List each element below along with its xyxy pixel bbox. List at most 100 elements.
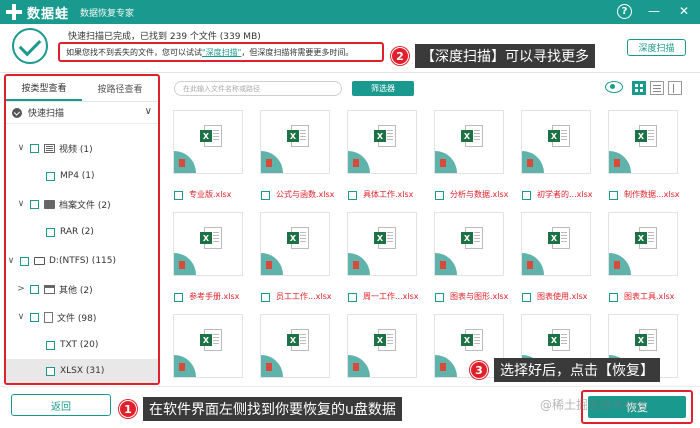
detail-view-icon[interactable] [668,81,682,95]
tree-checkbox[interactable] [46,171,55,181]
deep-scan-button[interactable]: 深度扫描 [627,39,686,56]
file-thumbnail[interactable]: X [521,110,591,174]
close-icon[interactable]: ✕ [676,3,692,19]
file-thumbnail[interactable]: X [347,314,417,378]
scan-mode-dropdown[interactable]: 快速扫描 ∨ [6,102,158,124]
grid-view-icon[interactable] [632,81,646,95]
tree-item-video[interactable]: ∨ 视频 (1) [6,136,158,160]
file-thumbnail[interactable]: X [434,110,504,174]
file-thumbnail[interactable]: X [608,212,678,276]
tree-item-archive[interactable]: ∨ 档案文件 (2) [6,192,158,216]
file-checkbox[interactable] [609,293,618,302]
deep-scan-tip: 如果您找不到丢失的文件，您可以试试 "深度扫描" ，但深度扫描将需要更多时间。 [58,42,384,62]
tree-item-documents[interactable]: ∨ 文件 (98) [6,305,158,329]
tree-item-label: 其他 (2) [59,285,93,296]
tree-checkbox[interactable] [46,227,55,237]
file-thumbnail[interactable]: X [260,110,330,174]
file-checkbox[interactable] [435,293,444,302]
excel-icon: X [287,227,309,249]
file-card[interactable]: X 图表工具.xlsx [607,212,691,312]
file-checkbox[interactable] [609,191,618,200]
help-icon[interactable]: ? [617,3,632,19]
tree-item-rar[interactable]: RAR (2) [6,220,158,244]
file-type-badge-icon [435,355,457,377]
file-checkbox[interactable] [174,191,183,200]
list-view-icon[interactable] [650,81,664,95]
tree-checkbox[interactable] [30,312,39,322]
expand-arrow-icon[interactable]: ∨ [16,199,26,209]
file-card[interactable]: X 分析与数据.xlsx [433,110,517,210]
file-card[interactable]: X 员工工作...xlsx [259,212,343,312]
expand-arrow-icon[interactable]: ∨ [6,256,16,266]
file-thumbnail[interactable]: X [173,212,243,276]
minimize-icon[interactable]: — [646,3,662,19]
tip-text-before: 如果您找不到丢失的文件，您可以试试 [66,47,202,57]
file-thumbnail[interactable]: X [260,314,330,378]
file-thumbnail[interactable]: X [521,212,591,276]
file-checkbox[interactable] [174,293,183,302]
tree-item-label: MP4 (1) [60,171,95,181]
file-card[interactable]: X 参考手册.xlsx [172,212,256,312]
callout-3: 3 选择好后，点击【恢复】 [470,358,660,382]
file-card[interactable]: X 周一工作...xlsx [346,212,430,312]
file-thumbnail[interactable]: X [608,110,678,174]
tab-by-path[interactable]: 按路径查看 [82,76,158,101]
tree-item-txt[interactable]: TXT (20) [6,333,158,357]
file-checkbox[interactable] [348,293,357,302]
tree-item-other[interactable]: > 其他 (2) [6,277,158,301]
excel-icon: X [635,227,657,249]
excel-icon: X [548,329,570,351]
callout-1: 1 在软件界面左侧找到你要恢复的u盘数据 [119,397,402,421]
preview-eye-icon[interactable] [605,81,623,93]
excel-icon: X [200,227,222,249]
file-thumbnail[interactable]: X [434,212,504,276]
deep-scan-link[interactable]: "深度扫描" [202,47,241,58]
file-name: 制作数据...xlsx [624,190,680,199]
file-card[interactable]: X 初学者的...xlsx [520,110,604,210]
file-thumbnail[interactable]: X [173,110,243,174]
file-name: 周一工作...xlsx [363,292,419,301]
file-thumbnail[interactable]: X [173,314,243,378]
excel-icon: X [461,125,483,147]
file-checkbox[interactable] [522,293,531,302]
file-name: 员工工作...xlsx [276,292,332,301]
file-card[interactable]: X [346,314,430,386]
tab-by-type[interactable]: 按类型查看 [6,76,82,101]
file-type-badge-icon [348,151,370,173]
back-button[interactable]: 返回 [11,394,111,416]
file-checkbox[interactable] [435,191,444,200]
file-checkbox[interactable] [348,191,357,200]
tree-checkbox[interactable] [20,256,29,266]
tree-item-mp4[interactable]: MP4 (1) [6,164,158,188]
file-card[interactable]: X 公式与函数.xlsx [259,110,343,210]
file-card[interactable]: X 图表使用.xlsx [520,212,604,312]
file-card[interactable]: X [259,314,343,386]
file-thumbnail[interactable]: X [260,212,330,276]
file-thumbnail[interactable]: X [347,212,417,276]
file-thumbnail[interactable]: X [347,110,417,174]
file-card[interactable]: X [172,314,256,386]
expand-arrow-icon[interactable]: ∨ [16,312,26,322]
search-input[interactable]: 在此输入文件名称或路径 [174,81,342,96]
file-card[interactable]: X 专业版.xlsx [172,110,256,210]
file-type-badge-icon [261,253,283,275]
tree-item-label: 文件 (98) [57,313,97,324]
file-checkbox[interactable] [522,191,531,200]
file-checkbox[interactable] [261,293,270,302]
file-card[interactable]: X 制作数据...xlsx [607,110,691,210]
expand-arrow-icon[interactable]: > [16,284,26,294]
tree-checkbox[interactable] [30,143,39,153]
expand-arrow-icon[interactable]: ∨ [16,143,26,153]
tree-item-xlsx[interactable]: XLSX (31) [6,359,158,383]
tree-item-label: RAR (2) [60,227,94,237]
tree-checkbox[interactable] [46,340,55,350]
tree-checkbox[interactable] [30,199,39,209]
tree-checkbox[interactable] [46,366,55,376]
file-checkbox[interactable] [261,191,270,200]
excel-icon: X [548,227,570,249]
tree-item-drive-d[interactable]: ∨ D:(NTFS) (115) [6,249,158,273]
tree-checkbox[interactable] [30,284,39,294]
file-card[interactable]: X 具体工作.xlsx [346,110,430,210]
filter-button[interactable]: 筛选器 [352,81,414,96]
file-card[interactable]: X 图表与图形.xlsx [433,212,517,312]
